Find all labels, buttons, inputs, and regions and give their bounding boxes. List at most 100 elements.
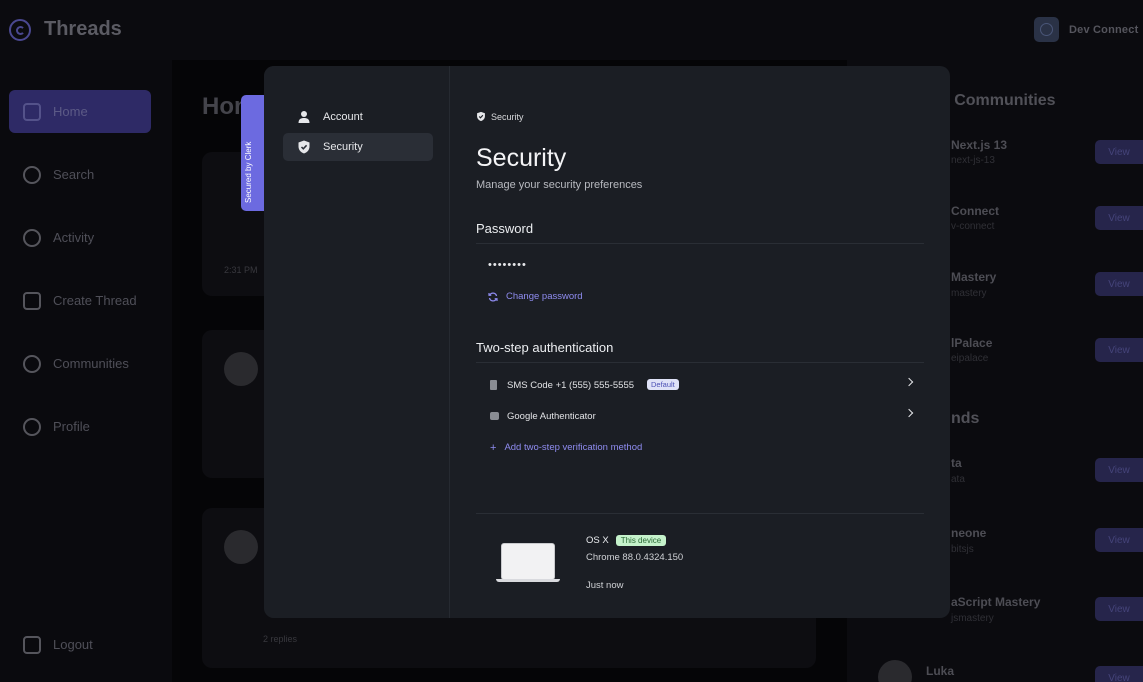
divider — [476, 362, 924, 363]
modal-navigation: Account Security — [264, 66, 450, 618]
two-step-section-title: Two-step authentication — [476, 340, 614, 355]
view-community-button[interactable]: View — [1095, 206, 1143, 230]
threads-logo-icon[interactable] — [9, 19, 31, 41]
view-user-button[interactable]: View — [1095, 666, 1143, 682]
sidebar-item-profile[interactable]: Profile — [9, 405, 151, 448]
chevron-right-icon — [904, 377, 914, 387]
logout-icon — [23, 635, 41, 654]
view-community-button[interactable]: View — [1095, 338, 1143, 362]
sidebar-item-label: Search — [53, 167, 95, 182]
nav-account-label: Account — [323, 111, 363, 123]
shield-icon — [298, 140, 310, 154]
sidebar-item-create-thread[interactable]: Create Thread — [9, 279, 151, 322]
community-name: Next.js 13 — [951, 138, 1008, 152]
org-switcher-name[interactable]: Dev Connect — [1069, 24, 1138, 36]
divider — [476, 243, 924, 244]
laptop-icon — [496, 543, 560, 583]
authenticator-method-row[interactable]: Google Authenticator — [488, 404, 914, 428]
default-badge: Default — [647, 379, 679, 390]
user-profile-modal: Account Security Security Security Manag… — [264, 66, 950, 618]
add-two-step-method-link[interactable]: + Add two-step verification method — [490, 442, 642, 453]
device-last-active: Just now — [586, 580, 624, 591]
change-password-label: Change password — [506, 291, 583, 302]
view-community-button[interactable]: View — [1095, 140, 1143, 164]
user-handle: ata — [951, 474, 965, 485]
secured-by-label: Secured by Clerk — [244, 141, 253, 203]
user-icon — [298, 111, 310, 123]
sidebar-item-home[interactable]: Home — [9, 90, 151, 133]
sidebar-item-label: Home — [53, 104, 88, 119]
app-title[interactable]: Threads — [44, 18, 122, 41]
user-icon — [23, 417, 41, 436]
community-handle: next-js-13 — [951, 155, 995, 166]
similar-minds-heading: nds — [951, 410, 980, 427]
avatar[interactable] — [224, 352, 258, 386]
left-sidebar: Home Search Activity Create Thread Commu… — [0, 60, 172, 682]
app-root: Threads Dev Connect Home Search Activity… — [0, 0, 1143, 682]
device-browser: Chrome 88.0.4324.150 — [586, 552, 684, 563]
refresh-icon — [488, 291, 498, 302]
sidebar-item-label: Profile — [53, 419, 90, 434]
user-name: aScript Mastery — [951, 595, 1041, 609]
community-handle: v-connect — [951, 221, 995, 232]
nav-security-label: Security — [323, 141, 363, 153]
communities-icon — [23, 354, 41, 373]
page-subtitle: Manage your security preferences — [476, 179, 643, 191]
device-os-label: OS X — [586, 535, 609, 546]
community-handle: mastery — [951, 288, 987, 299]
logout-button[interactable]: Logout — [9, 623, 151, 666]
page-title: Security — [476, 144, 567, 172]
org-avatar[interactable] — [1034, 17, 1059, 42]
sidebar-item-activity[interactable]: Activity — [9, 216, 151, 259]
logout-label: Logout — [53, 637, 93, 652]
nav-security[interactable]: Security — [283, 133, 433, 161]
sidebar-item-search[interactable]: Search — [9, 153, 151, 196]
sms-method-row[interactable]: SMS Code +1 (555) 555-5555 Default — [488, 373, 914, 397]
user-name: neone — [951, 526, 987, 540]
divider — [476, 513, 924, 514]
phone-icon — [490, 380, 497, 390]
community-handle: eipalace — [951, 353, 989, 364]
home-icon — [23, 102, 41, 121]
secured-by-clerk-badge[interactable]: Secured by Clerk — [241, 95, 264, 211]
authenticator-method-label: Google Authenticator — [507, 410, 596, 422]
security-page: Security Security Manage your security p… — [450, 66, 950, 618]
view-user-button[interactable]: View — [1095, 458, 1143, 482]
top-bar: Threads Dev Connect — [0, 0, 1143, 60]
this-device-badge: This device — [615, 535, 667, 546]
user-handle: bitsjs — [951, 544, 974, 555]
plus-icon: + — [490, 441, 497, 454]
chevron-right-icon — [904, 408, 914, 418]
suggested-communities-heading: d Communities — [940, 92, 1056, 109]
search-icon — [23, 165, 41, 184]
avatar[interactable] — [224, 530, 258, 564]
sidebar-item-label: Activity — [53, 230, 95, 245]
view-user-button[interactable]: View — [1095, 597, 1143, 621]
user-name: Luka — [926, 664, 955, 678]
breadcrumb-label: Security — [491, 111, 524, 122]
create-thread-icon — [23, 291, 41, 310]
community-name: Connect — [951, 204, 999, 218]
community-name: lPalace — [951, 336, 993, 350]
heart-icon — [23, 228, 41, 247]
device-os: OS X This device — [586, 535, 667, 546]
sidebar-item-communities[interactable]: Communities — [9, 342, 151, 385]
breadcrumb: Security — [476, 111, 524, 122]
nav-account[interactable]: Account — [283, 103, 433, 131]
sidebar-item-label: Communities — [53, 356, 129, 371]
password-masked-value: •••••••• — [488, 259, 527, 271]
user-name: ta — [951, 456, 962, 470]
password-section-title: Password — [476, 221, 534, 236]
user-handle: jsmastery — [951, 613, 994, 624]
view-user-button[interactable]: View — [1095, 528, 1143, 552]
add-two-step-method-label: Add two-step verification method — [504, 442, 643, 453]
shield-icon — [477, 111, 485, 122]
replies-count[interactable]: 2 replies — [263, 634, 297, 644]
community-name: Mastery — [951, 270, 997, 284]
change-password-link[interactable]: Change password — [488, 291, 583, 302]
sms-method-label: SMS Code +1 (555) 555-5555 — [507, 379, 635, 391]
thread-time: 2:31 PM — [224, 265, 258, 275]
authenticator-icon — [490, 412, 499, 420]
view-community-button[interactable]: View — [1095, 272, 1143, 296]
sidebar-item-label: Create Thread — [53, 293, 137, 308]
